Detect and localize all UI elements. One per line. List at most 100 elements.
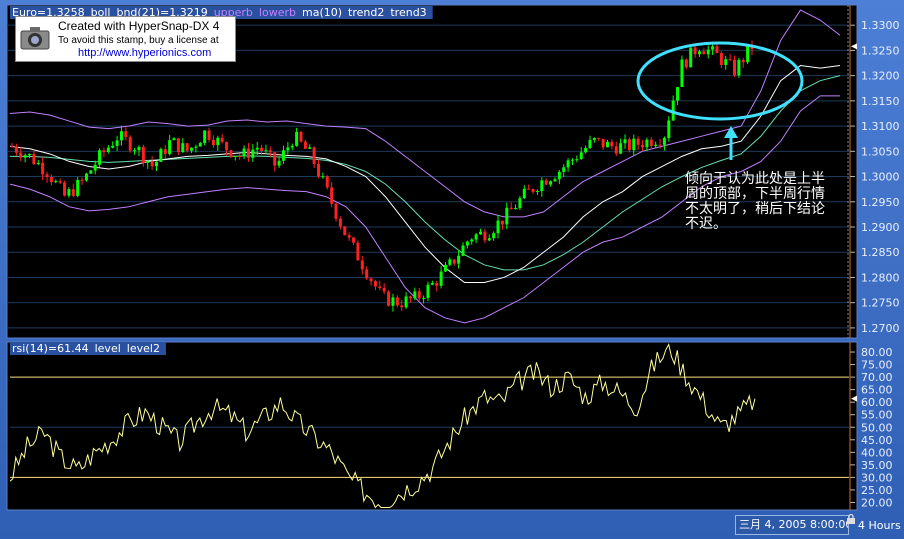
candle-body (10, 146, 14, 148)
candle-body (579, 152, 583, 160)
candle-body (32, 153, 36, 165)
candle-body (711, 46, 715, 50)
candle-body (557, 171, 561, 180)
candle-body (636, 138, 640, 145)
candle-body (242, 148, 246, 157)
candle-body (667, 120, 671, 138)
candle-body (680, 59, 684, 87)
candle-body (641, 144, 645, 148)
candle-body (207, 130, 211, 140)
candle-body (724, 59, 728, 65)
price-legend-7[interactable]: trend3 (390, 6, 426, 19)
candle-body (391, 297, 395, 306)
candle-body (14, 146, 18, 153)
candle-body (575, 159, 579, 161)
candle-body (303, 141, 307, 149)
rsi-tick-label: 40.00 (861, 446, 893, 459)
candle-body (610, 141, 614, 147)
candle-body (286, 147, 290, 151)
candle-body (185, 143, 189, 151)
candle-body (592, 138, 596, 140)
rsi-tick-label: 60.00 (861, 396, 893, 409)
candle-body (58, 181, 62, 183)
rsi-tick-label: 50.00 (861, 421, 893, 434)
candle-body (408, 296, 412, 299)
candle-body (203, 130, 207, 143)
candle-body (211, 139, 215, 146)
candle-body (268, 150, 272, 153)
rsi-legend-0[interactable]: rsi(14)=61.44 (12, 342, 89, 355)
candle-body (566, 160, 570, 168)
candle-body (115, 140, 119, 146)
rsi-legend-1[interactable]: level (95, 342, 121, 355)
candle-body (41, 162, 45, 175)
candle-body (601, 138, 605, 148)
candle-body (255, 147, 259, 150)
rsi-tick-label: 25.00 (861, 484, 893, 497)
candle-body (356, 242, 360, 261)
candle-body (290, 145, 294, 148)
candle-body (514, 208, 518, 210)
candle-body (28, 153, 32, 156)
price-legend-5[interactable]: ma(10) (302, 6, 342, 19)
candle-body (238, 156, 242, 158)
candle-body (67, 189, 71, 196)
candle-body (588, 139, 592, 148)
candle-body (360, 260, 364, 270)
candle-body (732, 59, 736, 76)
candle-body (413, 291, 417, 299)
candle-body (422, 297, 426, 299)
rsi-legend-2[interactable]: level2 (127, 342, 160, 355)
candle-body (448, 259, 452, 265)
candle-body (312, 147, 316, 165)
stamp-link[interactable]: http://www.hyperionics.com (78, 47, 211, 59)
candle-body (496, 220, 500, 234)
candle-body (417, 291, 421, 299)
candle-body (321, 176, 325, 178)
rsi-tick-label: 45.00 (861, 434, 893, 447)
candle-body (719, 53, 723, 65)
candle-body (137, 146, 141, 151)
candle-body (439, 271, 443, 286)
candle-body (190, 147, 194, 151)
candle-body (606, 141, 610, 148)
candle-body (80, 179, 84, 181)
candle-body (623, 139, 627, 144)
candle-body (154, 161, 158, 167)
candle-body (343, 226, 347, 236)
candle-body (198, 142, 202, 147)
candle-body (645, 139, 649, 148)
lock-icon[interactable] (846, 514, 856, 524)
candle-body (119, 131, 123, 141)
price-legend-6[interactable]: trend2 (348, 6, 384, 19)
candle-body (597, 138, 601, 140)
candle-body (553, 179, 557, 182)
candle-body (531, 189, 535, 192)
stamp-line-2: To avoid this stamp, buy a license at (58, 35, 219, 46)
candle-body (71, 189, 75, 196)
price-tick-label: 1.3100 (861, 120, 900, 133)
candle-body (281, 150, 285, 161)
candle-body (619, 143, 623, 154)
candle-body (330, 187, 334, 204)
price-tick-label: 1.2900 (861, 221, 900, 234)
candle-body (509, 207, 513, 210)
candle-body (549, 181, 553, 185)
candle-body (662, 137, 666, 145)
candle-body (479, 231, 483, 235)
candle-body (435, 282, 439, 286)
candle-body (400, 305, 404, 308)
candle-body (505, 207, 509, 225)
candle-body (168, 140, 172, 155)
candle-body (23, 155, 27, 158)
candle-body (457, 255, 461, 264)
candle-body (535, 190, 539, 192)
price-tick-label: 1.2850 (861, 246, 900, 259)
price-tick-label: 1.2950 (861, 196, 900, 209)
candle-body (133, 150, 137, 152)
price-legend-4[interactable]: lowerb (259, 6, 296, 19)
candle-body (500, 220, 504, 225)
candle-body (382, 288, 386, 292)
candle-body (181, 143, 185, 153)
candle-body (492, 233, 496, 239)
